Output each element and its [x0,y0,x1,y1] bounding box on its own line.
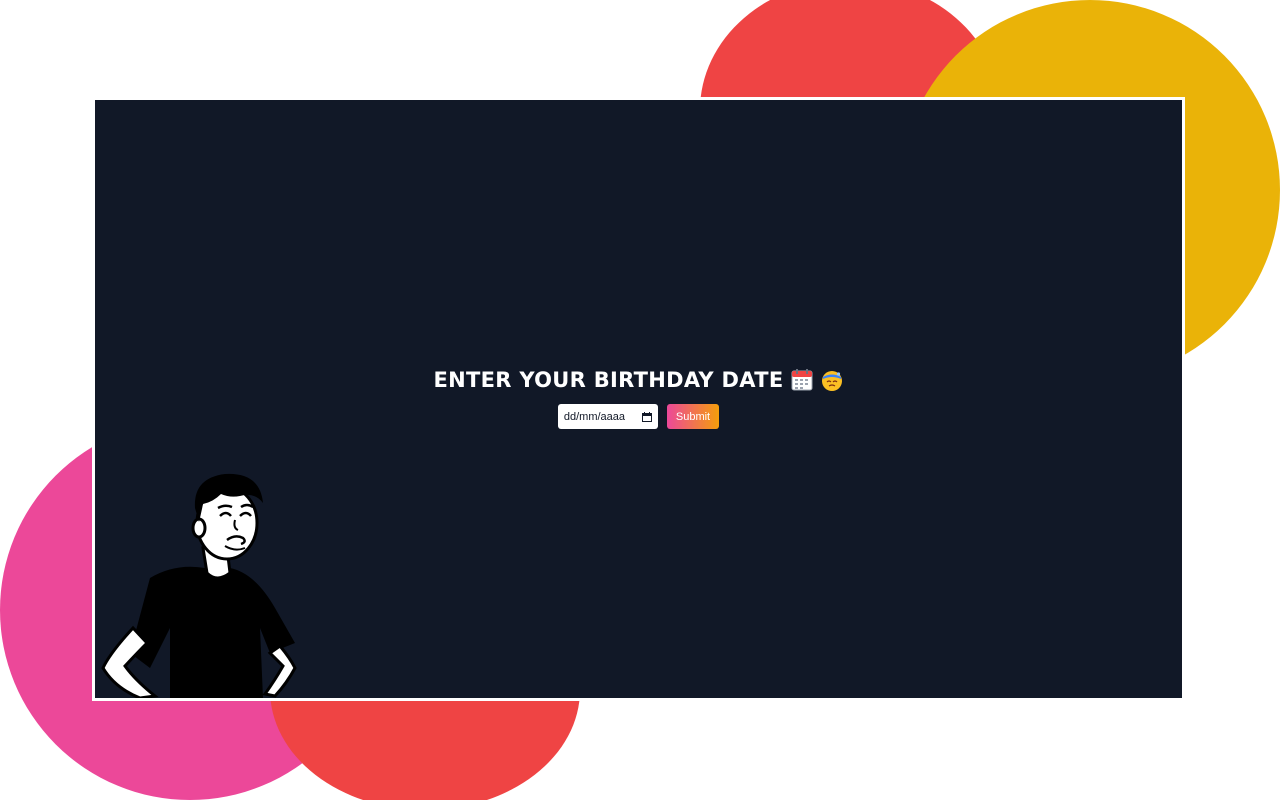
date-input-placeholder: dd/mm/aaaa [563,410,626,423]
calendar-icon [791,369,813,391]
birthday-form: dd/mm/aaaa Submit [95,404,1182,429]
face-with-headband-icon [821,369,843,391]
submit-button[interactable]: Submit [666,404,720,429]
main-panel: ENTER YOUR BIRTHDAY DATE dd/mm/aaaa Subm… [92,97,1185,701]
page-heading: ENTER YOUR BIRTHDAY DATE [434,368,844,392]
birthday-date-input[interactable]: dd/mm/aaaa [557,404,658,429]
calendar-picker-icon[interactable] [641,411,652,422]
heading-text: ENTER YOUR BIRTHDAY DATE [433,368,784,392]
thinking-man-illustration [101,473,297,698]
page-background: ENTER YOUR BIRTHDAY DATE dd/mm/aaaa Subm… [0,0,1280,800]
birthday-form-section: ENTER YOUR BIRTHDAY DATE dd/mm/aaaa Subm… [95,368,1182,429]
